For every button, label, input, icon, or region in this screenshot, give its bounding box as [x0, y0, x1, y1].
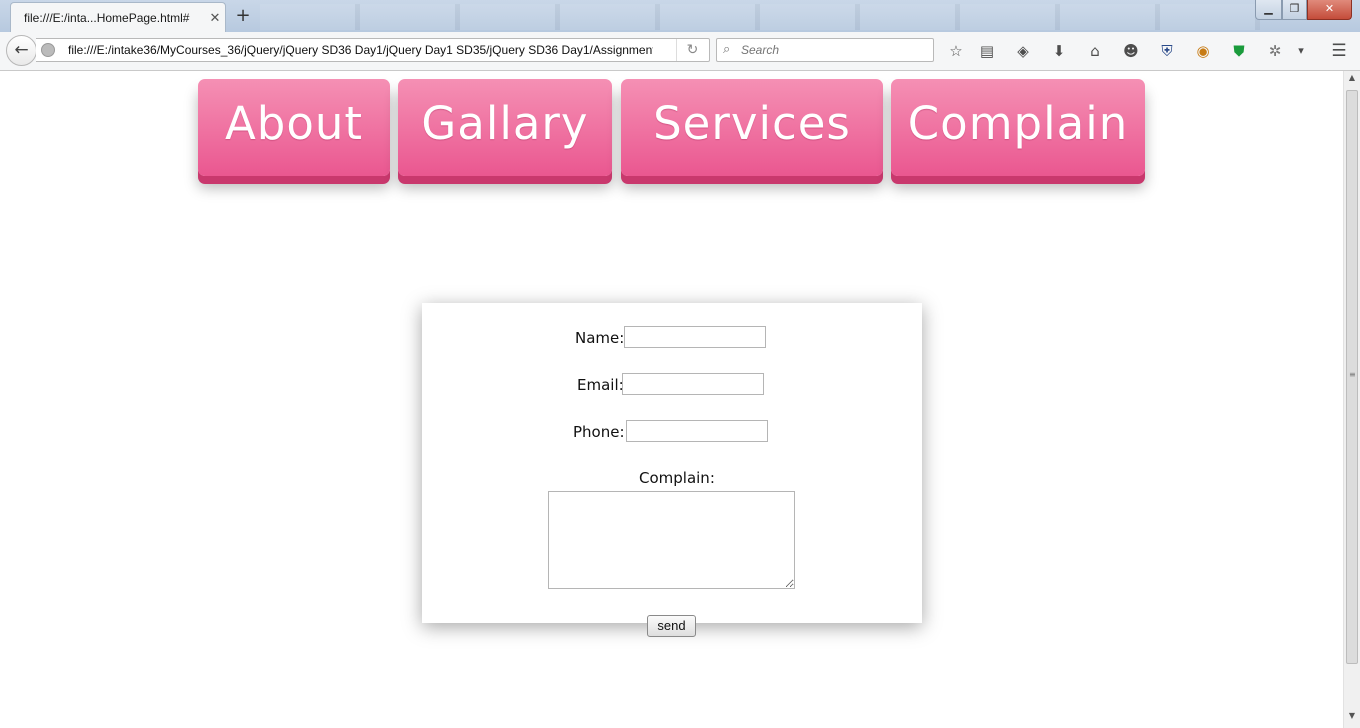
phone-field[interactable] — [626, 420, 768, 442]
search-input[interactable] — [741, 42, 926, 58]
adblock-shield-icon[interactable]: ⛊ — [1229, 41, 1249, 61]
window-titlebar: file:///E:/inta...HomePage.html# ✕ + ▁ ❐… — [0, 0, 1360, 32]
main-menu: About Gallary Services Complain — [0, 79, 1343, 179]
window-restore-button[interactable]: ❐ — [1282, 0, 1307, 20]
search-box[interactable]: ⌕ — [716, 38, 934, 62]
menu-button-about[interactable]: About — [198, 79, 390, 176]
hamburger-menu-icon[interactable]: ☰ — [1329, 41, 1349, 61]
extension-bug-icon[interactable]: ✲ — [1265, 41, 1285, 61]
extension-color-icon[interactable]: ◉ — [1193, 41, 1213, 61]
menu-button-services[interactable]: Services — [621, 79, 883, 176]
url-bar[interactable]: file:///E:/intake36/MyCourses_36/jQuery/… — [36, 38, 710, 62]
back-button[interactable]: ← — [6, 35, 37, 66]
search-icon: ⌕ — [723, 42, 731, 57]
complain-label: Complain: — [639, 469, 715, 487]
window-close-button[interactable]: ✕ — [1307, 0, 1352, 20]
reading-list-icon[interactable]: ▤ — [977, 41, 997, 61]
scroll-up-arrow-icon[interactable]: ▲ — [1344, 73, 1360, 87]
tab-close-icon[interactable]: ✕ — [205, 10, 225, 26]
menu-button-complain[interactable]: Complain — [891, 79, 1145, 176]
email-label: Email: — [577, 376, 624, 394]
browser-tab[interactable]: file:///E:/inta...HomePage.html# ✕ — [10, 2, 226, 32]
menu-button-gallary[interactable]: Gallary — [398, 79, 612, 176]
url-text[interactable]: file:///E:/intake36/MyCourses_36/jQuery/… — [68, 43, 653, 57]
home-icon[interactable]: ⌂ — [1085, 41, 1105, 61]
send-button[interactable]: send — [647, 615, 696, 637]
scroll-thumb[interactable]: ≡ — [1346, 90, 1358, 664]
overflow-chevron-icon[interactable]: ▾ — [1291, 41, 1311, 61]
complain-textarea[interactable] — [548, 491, 795, 589]
chat-icon[interactable]: ☻ — [1121, 41, 1141, 61]
email-field[interactable] — [622, 373, 764, 395]
scroll-down-arrow-icon[interactable]: ▼ — [1344, 711, 1360, 725]
window-minimize-button[interactable]: ▁ — [1255, 0, 1282, 20]
name-field[interactable] — [624, 326, 766, 348]
tab-title: file:///E:/inta...HomePage.html# — [24, 10, 190, 25]
reload-button[interactable]: ↻ — [676, 39, 708, 61]
phone-label: Phone: — [573, 423, 625, 441]
name-label: Name: — [575, 329, 625, 347]
pocket-icon[interactable]: ◈ — [1013, 41, 1033, 61]
background-tabs-strip — [260, 4, 1260, 30]
shield-icon[interactable]: ⛨ — [1157, 41, 1177, 61]
arrow-left-icon: ← — [14, 40, 29, 60]
navigation-toolbar: ← file:///E:/intake36/MyCourses_36/jQuer… — [0, 32, 1360, 71]
site-identity-icon[interactable] — [41, 43, 55, 57]
complain-form: Name: Email: Phone: Complain: send — [422, 303, 922, 637]
download-icon[interactable]: ⬇ — [1049, 41, 1069, 61]
bookmark-star-icon[interactable]: ☆ — [946, 41, 966, 61]
scroll-grip-icon: ≡ — [1349, 370, 1356, 379]
new-tab-button[interactable]: + — [232, 5, 254, 27]
vertical-scrollbar[interactable]: ▲ ≡ ▼ — [1343, 71, 1360, 728]
